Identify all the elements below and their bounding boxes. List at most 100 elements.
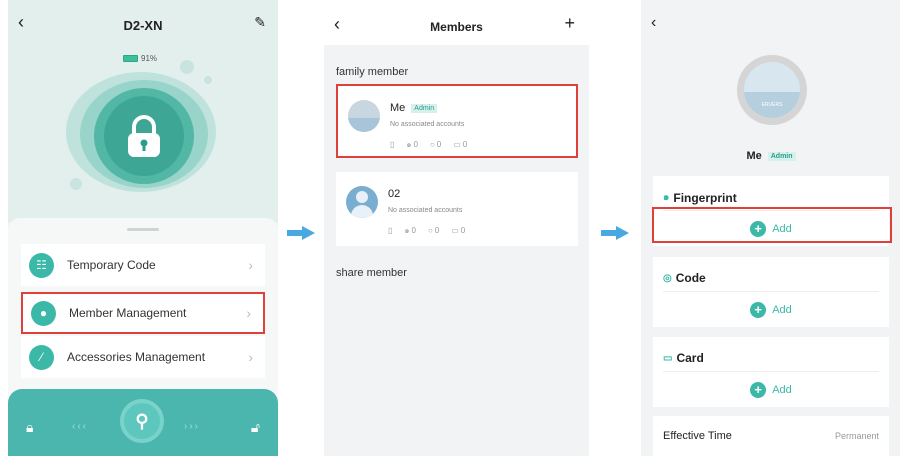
person-icon: ● — [31, 300, 56, 326]
code-icon: ◎ — [663, 272, 672, 284]
menu-item-accessories-management[interactable]: ⁄ Accessories Management › — [21, 336, 265, 378]
battery-indicator: 91% — [123, 54, 157, 63]
decor-bubble — [70, 178, 82, 190]
fingerprint-icon: ๑ — [663, 192, 670, 203]
lock-hero: ‹ D2-XN ✎ 91% — [8, 0, 278, 222]
member-name-row: 02 — [388, 188, 400, 200]
member-name: 02 — [388, 188, 401, 200]
menu-item-temporary-code[interactable]: ☷ Temporary Code › — [21, 244, 265, 286]
fingerprint-count: ๑0 — [406, 138, 418, 151]
top-bar: ‹ Members + — [324, 0, 589, 45]
divider — [663, 291, 879, 292]
chevron-right-icon: › — [248, 257, 253, 273]
add-label: Add — [772, 304, 792, 316]
count: 0 — [413, 140, 418, 149]
fingerprint-icon: ๑ — [404, 226, 410, 235]
divider — [663, 371, 879, 372]
member-subtitle: No associated accounts — [390, 121, 465, 128]
card-section: ▭ Card + Add — [653, 337, 889, 407]
member-name: Me — [746, 150, 762, 162]
section-family-member: family member — [336, 66, 409, 78]
credential-counts: ▯ ๑0 ○ 0 ▭ 0 — [390, 138, 467, 151]
member-name-row: Me Admin — [390, 102, 438, 114]
avatar-image: ERUERS — [744, 62, 800, 118]
plus-icon: + — [750, 302, 767, 318]
card-count: ▭ 0 — [451, 224, 465, 237]
menu-item-member-management[interactable]: ● Member Management › — [21, 292, 265, 334]
lock-open-icon[interactable]: 🔓︎ — [251, 419, 260, 436]
chevron-right-icon: › — [248, 349, 253, 365]
chevron-right-icon: ››› — [184, 421, 200, 432]
section-title: ◎ Code — [663, 271, 706, 285]
add-code-button[interactable]: + Add — [653, 302, 889, 318]
arrow-right-icon — [601, 226, 629, 240]
phone-icon: ▯ — [390, 140, 395, 149]
count: 0 — [411, 226, 416, 235]
decor-bubble — [204, 76, 212, 84]
avatar[interactable]: ERUERS — [737, 55, 807, 125]
member-subtitle: No associated accounts — [388, 207, 463, 214]
section-share-member: share member — [336, 267, 407, 279]
battery-label: 91% — [141, 54, 158, 63]
add-card-button[interactable]: + Add — [653, 382, 889, 398]
menu-label: Temporary Code — [67, 258, 156, 272]
section-title: ๑ Fingerprint — [663, 190, 737, 205]
top-bar: ‹ D2-XN ✎ — [8, 0, 278, 40]
effective-time-value: Permanent — [834, 431, 879, 441]
add-member-icon[interactable]: + — [564, 13, 575, 34]
code-icon: ○ — [427, 226, 433, 235]
phone-icon: ▯ — [388, 226, 393, 235]
chevron-right-icon: › — [246, 305, 251, 321]
menu-label: Member Management — [69, 306, 187, 320]
card-icon: ▭ — [453, 140, 461, 149]
code-icon: ○ — [429, 140, 435, 149]
device-title: D2-XN — [123, 18, 163, 33]
plus-icon: + — [750, 382, 767, 398]
sheet-handle[interactable] — [127, 228, 159, 231]
effective-time-label: Effective Time — [663, 430, 732, 442]
admin-badge: Admin — [767, 151, 796, 161]
highlight-box — [652, 207, 892, 243]
members-screen: ‹ Members + family member Me Admin No ass… — [324, 0, 589, 456]
credential-counts: ▯ ๑0 ○ 0 ▭ 0 — [388, 224, 465, 237]
avatar — [348, 100, 380, 132]
section-label: Fingerprint — [673, 190, 737, 205]
code-section: ◎ Code + Add — [653, 257, 889, 327]
section-label: Code — [675, 271, 706, 285]
lock-closed-icon[interactable]: 🔒︎ — [26, 419, 33, 436]
wrench-icon: ⁄ — [29, 344, 54, 370]
card-icon: ▭ — [663, 352, 673, 364]
chevron-left-icon: ‹‹‹ — [72, 421, 88, 432]
avatar-text: ERUERS — [761, 102, 783, 108]
member-name-row: Me Admin — [641, 150, 900, 162]
member-card[interactable]: Me Admin No associated accounts ▯ ๑0 ○ 0 ▭… — [336, 84, 578, 158]
edit-icon[interactable]: ✎ — [254, 14, 266, 31]
section-label: Card — [676, 351, 704, 365]
count: 0 — [436, 140, 442, 149]
keypad-icon: ☷ — [29, 252, 54, 278]
unlock-slider-bar: 🔒︎ ‹‹‹ ⚲ ››› 🔓︎ — [8, 389, 278, 456]
card-icon: ▭ — [451, 226, 459, 235]
decor-bubble — [180, 60, 194, 74]
code-count: ○ 0 — [430, 138, 441, 151]
key-slider-handle[interactable]: ⚲ — [120, 399, 164, 443]
arrow-right-icon — [287, 226, 315, 240]
count: 0 — [434, 226, 440, 235]
member-card[interactable]: 02 No associated accounts ▯ ๑0 ○ 0 ▭ 0 — [336, 172, 578, 246]
count: 0 — [460, 226, 466, 235]
count: 0 — [462, 140, 468, 149]
padlock-icon[interactable] — [118, 110, 170, 162]
page-title: Members — [430, 20, 483, 34]
back-icon[interactable]: ‹ — [651, 14, 656, 32]
lock-home-screen: ‹ D2-XN ✎ 91% ☷ Temporary Code › ● Membe… — [8, 0, 278, 456]
member-name: Me — [390, 102, 406, 114]
avatar — [346, 186, 378, 218]
member-detail-screen: ‹ ERUERS Me Admin ๑ Fingerprint + Add ◎ Code… — [641, 0, 900, 456]
section-title: ▭ Card — [663, 351, 704, 365]
effective-time-row[interactable]: Effective Time Permanent — [653, 416, 889, 456]
code-count: ○ 0 — [428, 224, 439, 237]
add-label: Add — [772, 384, 792, 396]
admin-badge: Admin — [411, 103, 438, 113]
card-count: ▭ 0 — [453, 138, 467, 151]
menu-label: Accessories Management — [67, 350, 206, 364]
